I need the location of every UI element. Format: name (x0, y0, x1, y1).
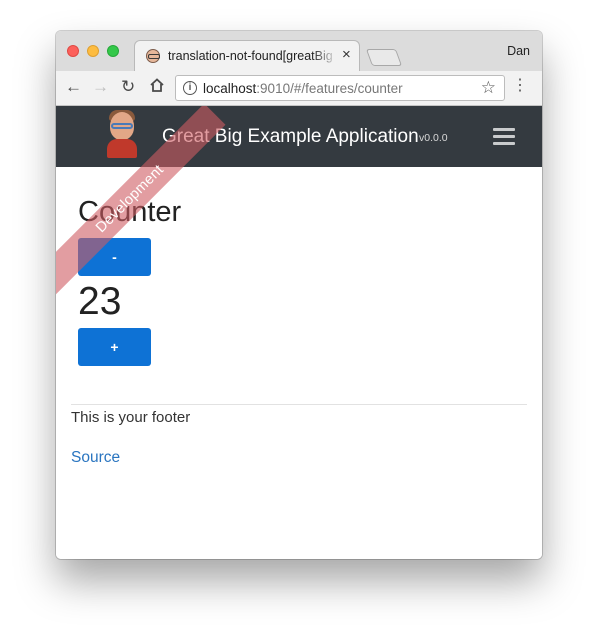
version-label: v0.0.0 (419, 132, 448, 144)
brand-avatar[interactable] (106, 110, 138, 158)
new-tab-button[interactable] (365, 49, 403, 66)
tab-title: translation-not-found[greatBig (168, 49, 338, 63)
favicon-icon (146, 49, 160, 63)
avatar-shirt (107, 139, 137, 158)
avatar-glasses (111, 123, 133, 129)
footer-divider (71, 404, 527, 405)
footer-text: This is your footer (71, 409, 191, 426)
info-icon[interactable]: i (183, 81, 197, 95)
tab-close-button[interactable]: × (342, 46, 351, 64)
maximize-window-button[interactable] (107, 45, 119, 57)
url-path: :9010/#/features/counter (256, 81, 403, 96)
back-icon[interactable]: ← (65, 77, 82, 97)
reload-icon[interactable]: ↻ (121, 77, 135, 97)
vertical-dots-icon[interactable]: ⋮ (512, 76, 528, 96)
hamburger-menu-icon[interactable] (493, 128, 515, 146)
address-bar[interactable]: i localhost:9010/#/features/counter ☆ (175, 75, 505, 101)
profile-name[interactable]: Dan (507, 44, 530, 58)
tab-strip: translation-not-found[greatBig × Dan (56, 31, 542, 71)
increment-button[interactable]: + (78, 328, 151, 366)
home-icon[interactable] (149, 77, 165, 98)
url-text[interactable]: localhost:9010/#/features/counter (203, 81, 403, 96)
source-link[interactable]: Source (71, 449, 120, 467)
minimize-window-button[interactable] (87, 45, 99, 57)
browser-toolbar: ← → ↻ i localhost:9010/#/features/counte… (56, 71, 542, 106)
url-host: localhost (203, 81, 257, 96)
browser-tab[interactable]: translation-not-found[greatBig × (134, 40, 360, 71)
close-window-button[interactable] (67, 45, 79, 57)
forward-icon[interactable]: → (92, 77, 109, 97)
counter-value: 23 (78, 280, 122, 323)
star-icon[interactable]: ☆ (481, 78, 496, 98)
page-content: Great Big Example Application v0.0.0 Dev… (56, 106, 542, 559)
app-navbar: Great Big Example Application v0.0.0 (56, 106, 542, 167)
browser-window: translation-not-found[greatBig × Dan ← →… (56, 31, 542, 559)
